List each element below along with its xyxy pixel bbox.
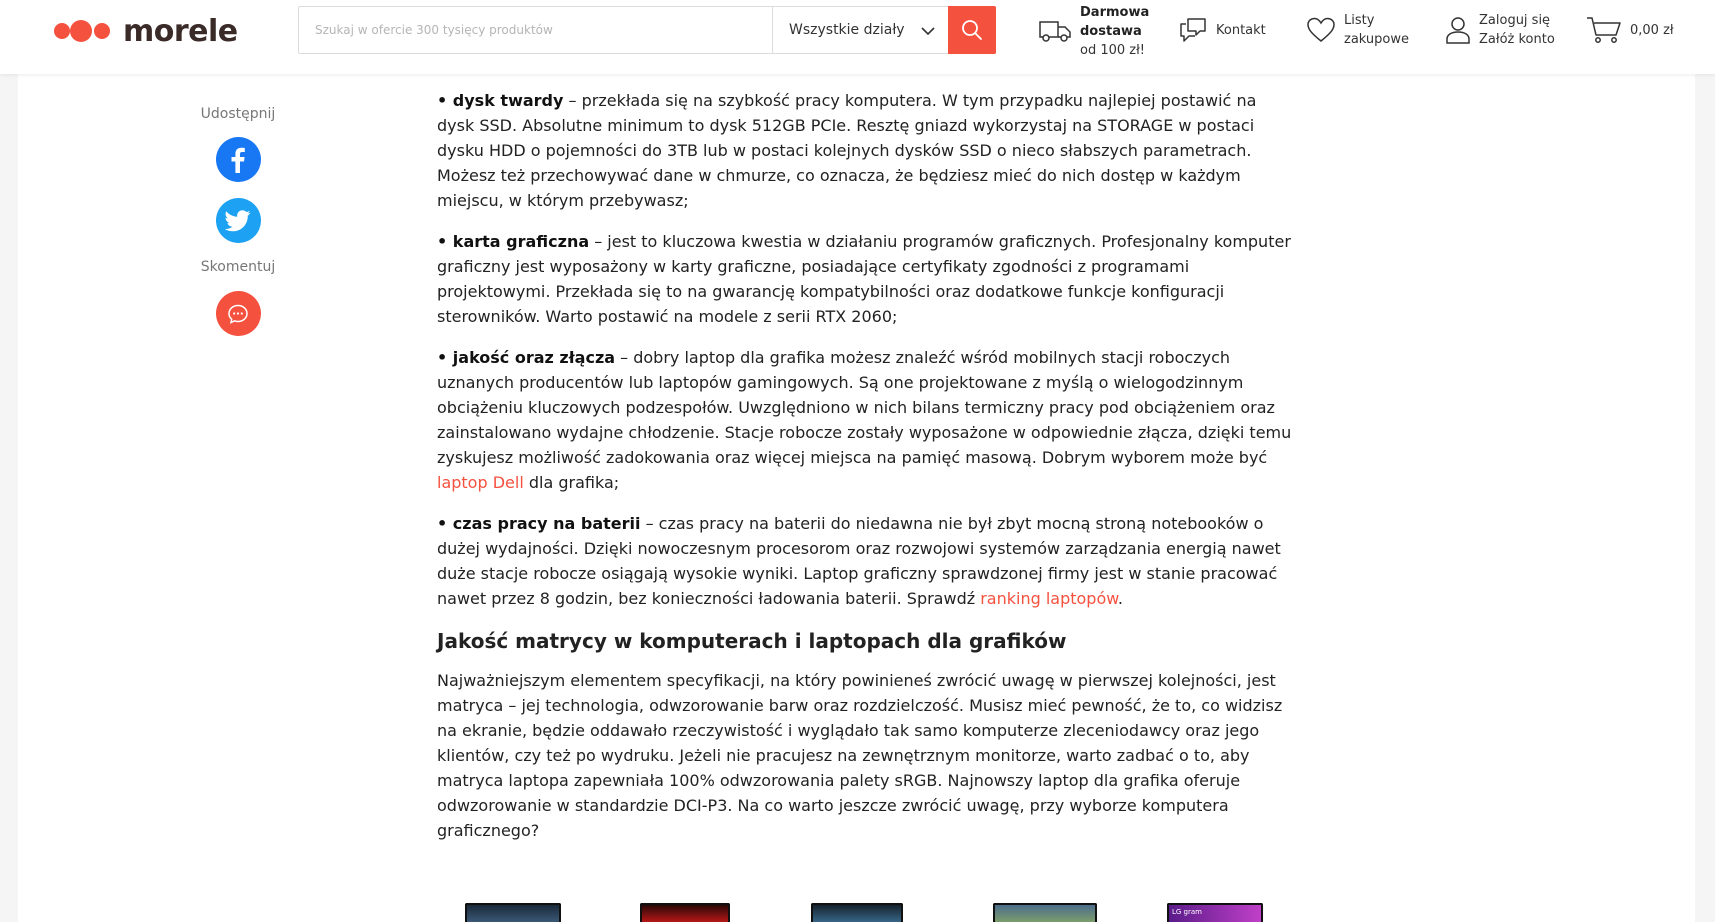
heart-icon bbox=[1307, 17, 1335, 42]
search-button[interactable] bbox=[948, 6, 996, 54]
article-item-battery: • czas pracy na baterii – czas pracy na … bbox=[437, 511, 1297, 611]
section-paragraph: Najważniejszym elementem specyfikacji, n… bbox=[437, 671, 1283, 840]
laptop-ranking-link[interactable]: ranking laptopów bbox=[980, 589, 1118, 608]
shopping-lists-link[interactable]: Listy zakupowe bbox=[1306, 0, 1409, 60]
product-image[interactable] bbox=[640, 903, 730, 922]
twitter-share-button[interactable] bbox=[215, 198, 261, 243]
contact-link[interactable]: Kontakt bbox=[1178, 0, 1266, 60]
lists-line1: Listy bbox=[1344, 13, 1375, 28]
product-image[interactable] bbox=[465, 903, 561, 922]
comment-button[interactable] bbox=[215, 291, 261, 336]
site-header: morele Wszystkie działy Darmowa dostawa bbox=[0, 0, 1715, 74]
login-text: Zaloguj się Załóż konto bbox=[1479, 11, 1555, 49]
product-image[interactable]: LG gram bbox=[1167, 903, 1263, 922]
login-link[interactable]: Zaloguj się Załóż konto bbox=[1445, 0, 1555, 60]
item-text-after: . bbox=[1117, 589, 1123, 608]
item-term: • czas pracy na baterii bbox=[437, 514, 641, 533]
category-select[interactable]: Wszystkie działy bbox=[772, 7, 948, 53]
share-sidebar: Udostępnij Skomentuj bbox=[168, 104, 308, 336]
product-image[interactable] bbox=[993, 903, 1097, 922]
cart-total: 0,00 zł bbox=[1630, 22, 1674, 38]
search-input[interactable] bbox=[299, 7, 772, 53]
cart-icon bbox=[1587, 17, 1621, 43]
chevron-down-icon bbox=[921, 27, 935, 36]
product-brand-label: LG gram bbox=[1172, 908, 1202, 916]
lists-line2: zakupowe bbox=[1344, 32, 1409, 47]
delivery-line2: dostawa bbox=[1080, 23, 1142, 39]
facebook-share-button[interactable] bbox=[215, 137, 261, 182]
logo-dots-icon bbox=[54, 20, 110, 42]
contact-label: Kontakt bbox=[1216, 22, 1266, 38]
delivery-line3: od 100 zł! bbox=[1080, 42, 1146, 58]
article-item-ports: • jakość oraz złącza – dobry laptop dla … bbox=[437, 345, 1297, 495]
item-text-after: dla grafika; bbox=[523, 473, 620, 492]
morele-logo[interactable]: morele bbox=[53, 13, 238, 49]
free-delivery-info[interactable]: Darmowa dostawa od 100 zł! bbox=[1038, 1, 1149, 61]
comment-icon bbox=[228, 304, 248, 324]
twitter-icon bbox=[225, 209, 251, 231]
search-icon bbox=[962, 20, 982, 40]
item-term: • jakość oraz złącza bbox=[437, 348, 616, 367]
article-body: • dysk twardy – przekłada się na szybkoś… bbox=[437, 88, 1297, 859]
article-page: Udostępnij Skomentuj • dysk twardy – prz… bbox=[18, 74, 1695, 922]
logo-text: morele bbox=[123, 13, 238, 49]
article-item-hdd: • dysk twardy – przekłada się na szybkoś… bbox=[437, 88, 1297, 213]
cart-link[interactable]: 0,00 zł bbox=[1586, 0, 1674, 60]
login-line2: Załóż konto bbox=[1479, 32, 1555, 47]
user-icon bbox=[1446, 17, 1470, 44]
login-line1: Zaloguj się bbox=[1479, 13, 1551, 28]
item-term: • karta graficzna bbox=[437, 232, 590, 251]
category-select-value: Wszystkie działy bbox=[789, 22, 905, 38]
search-bar: Wszystkie działy bbox=[298, 6, 996, 54]
chat-bubbles-icon bbox=[1180, 18, 1206, 42]
product-image[interactable] bbox=[811, 903, 903, 922]
section-heading: Jakość matrycy w komputerach i laptopach… bbox=[437, 629, 1067, 653]
facebook-icon bbox=[231, 147, 245, 173]
article-item-gpu: • karta graficzna – jest to kluczowa kwe… bbox=[437, 229, 1297, 329]
comment-label: Skomentuj bbox=[200, 259, 276, 275]
laptop-dell-link[interactable]: laptop Dell bbox=[437, 473, 524, 492]
share-label: Udostępnij bbox=[200, 106, 276, 122]
delivery-text: Darmowa dostawa od 100 zł! bbox=[1080, 3, 1149, 60]
lists-text: Listy zakupowe bbox=[1344, 11, 1409, 49]
product-carousel: LG gram bbox=[465, 903, 1265, 922]
delivery-line1: Darmowa bbox=[1080, 4, 1150, 20]
delivery-truck-icon bbox=[1039, 21, 1071, 42]
item-term: • dysk twardy bbox=[437, 91, 564, 110]
